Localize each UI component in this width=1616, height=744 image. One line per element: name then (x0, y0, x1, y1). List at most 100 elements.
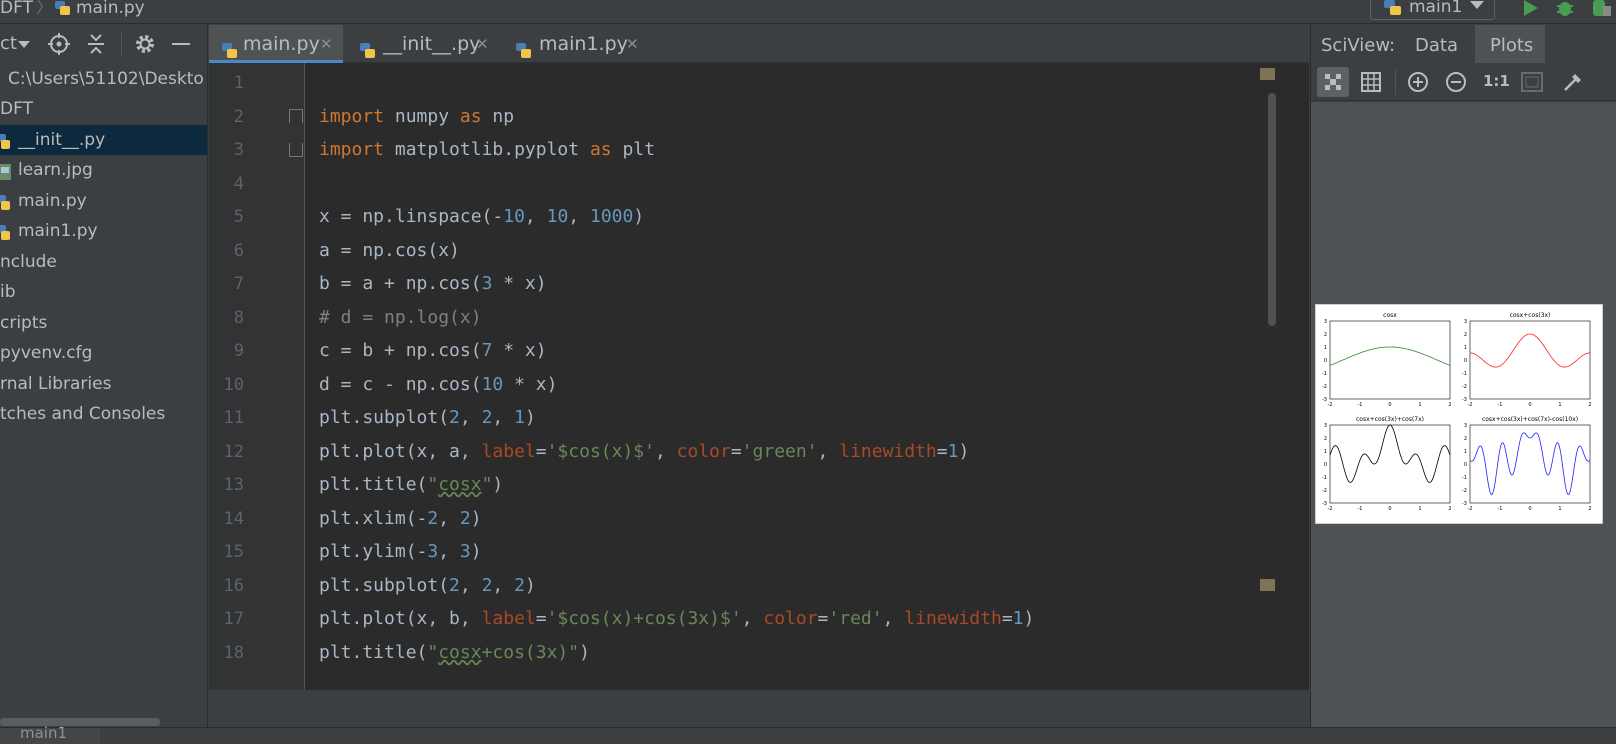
tab-main-py[interactable]: main.py ✕ (209, 25, 343, 63)
code-line: # d = np.log(x) (319, 307, 482, 328)
line-number: 9 (233, 341, 244, 361)
fold-icon[interactable] (289, 109, 303, 123)
subplot-title: cosx+cos(3x)+cos(7x)-cos(10x) (1482, 416, 1578, 423)
x-tick-label: 1 (1558, 506, 1561, 512)
subplot-frame (1329, 320, 1451, 400)
run-configuration-selector[interactable]: main1 (1370, 0, 1495, 20)
y-tick-label: -1 (1462, 371, 1467, 377)
tree-row-file[interactable]: __init__.py (0, 125, 207, 155)
code-line: b = a + np.cos(3 * x) (319, 273, 547, 294)
tab-data[interactable]: Data (1415, 35, 1458, 56)
fold-icon[interactable] (289, 143, 303, 157)
plot-thumbnail[interactable]: cosx -2 -1 0 1 2 3 2 1 0 -1 -2 -3 cosx+cos(3x) -2 -1 0 1 2… (1315, 304, 1603, 524)
series-line (1470, 333, 1590, 368)
subplot-title: cosx+cos(3x)+cos(7x) (1356, 416, 1424, 423)
subplot-frame (1469, 424, 1591, 504)
tree-row-file[interactable]: learn.jpg (0, 155, 207, 185)
y-tick-label: -3 (1462, 397, 1467, 403)
y-tick-label: -1 (1322, 475, 1327, 481)
tree-row-folder[interactable]: DFT (0, 94, 207, 124)
x-tick-label: -2 (1468, 506, 1473, 512)
minimize-icon[interactable] (172, 43, 190, 45)
y-tick-label: -2 (1462, 488, 1467, 494)
error-stripe-marker[interactable] (1260, 68, 1275, 80)
close-icon[interactable]: ✕ (320, 25, 333, 63)
y-tick-label: 3 (1324, 319, 1327, 325)
actual-size-button[interactable]: 1:1 (1483, 72, 1510, 90)
tree-row-external-libraries[interactable]: rnal Libraries (0, 369, 207, 399)
series-line (1329, 424, 1451, 483)
tree-row-path[interactable]: C:\Users\51102\Deskto (0, 64, 207, 94)
code-editor[interactable]: 1 2 3 4 5 6 7 8 9 10 11 12 13 14 15 16 1… (209, 63, 1309, 690)
x-tick-label: 0 (1528, 506, 1531, 512)
collapse-all-icon[interactable] (86, 33, 106, 59)
y-tick-label: 0 (1464, 358, 1467, 364)
tree-row-label: main1.py (18, 221, 98, 241)
thumbnails-icon[interactable] (1317, 67, 1349, 97)
x-tick-label: -1 (1358, 402, 1363, 408)
tab-init-py[interactable]: __init__.py ✕ (345, 25, 501, 63)
divider (1395, 69, 1396, 95)
subplot-frame (1469, 320, 1591, 400)
fit-icon[interactable] (1521, 72, 1543, 96)
tree-row-folder[interactable]: ib (0, 277, 207, 307)
close-icon[interactable]: ✕ (476, 25, 489, 63)
chevron-down-icon[interactable] (18, 41, 30, 48)
error-stripe-marker[interactable] (1260, 579, 1275, 591)
tab-plots[interactable]: Plots (1475, 25, 1545, 63)
color-picker-icon[interactable] (1561, 70, 1585, 98)
project-panel: ct C:\Users\51102\Deskto DFT __init__.py… (0, 25, 208, 727)
run-icon[interactable] (1522, 0, 1540, 22)
x-tick-label: 2 (1588, 402, 1591, 408)
subplot-title: cosx+cos(3x) (1510, 312, 1551, 319)
navigation-bar: DFT 〉 main.py main1 (0, 0, 1616, 24)
x-tick-label: 1 (1418, 402, 1421, 408)
y-tick-label: 0 (1324, 462, 1327, 468)
line-number: 13 (223, 475, 244, 495)
grid-view-icon[interactable] (1361, 72, 1381, 96)
line-number: 5 (233, 207, 244, 227)
zoom-in-icon[interactable] (1407, 71, 1429, 97)
x-tick-label: -2 (1328, 402, 1333, 408)
tree-row-folder[interactable]: nclude (0, 247, 207, 277)
y-tick-label: -2 (1462, 384, 1467, 390)
breadcrumb-file[interactable]: main.py (76, 0, 145, 24)
line-number: 12 (223, 442, 244, 462)
line-number: 18 (223, 643, 244, 663)
y-tick-label: 0 (1324, 358, 1327, 364)
code-line: plt.subplot(2, 2, 2) (319, 575, 536, 596)
tree-row-file[interactable]: main1.py (0, 216, 207, 246)
line-number: 8 (233, 308, 244, 328)
line-number: 15 (223, 542, 244, 562)
x-tick-label: 1 (1418, 506, 1421, 512)
editor-tabs: main.py ✕ __init__.py ✕ main1.py ✕ (209, 25, 1309, 63)
zoom-out-icon[interactable] (1445, 71, 1467, 97)
subplot-title: cosx (1383, 312, 1397, 319)
vertical-scrollbar[interactable] (1268, 93, 1276, 326)
y-tick-label: 3 (1464, 319, 1467, 325)
line-number: 3 (233, 140, 244, 160)
locate-icon[interactable] (48, 33, 70, 59)
y-tick-label: 0 (1464, 462, 1467, 468)
project-view-selector[interactable]: ct (0, 33, 17, 54)
tree-row-folder[interactable]: cripts (0, 308, 207, 338)
y-tick-label: -3 (1462, 501, 1467, 507)
breadcrumb-project[interactable]: DFT (0, 0, 33, 24)
tree-row-label: learn.jpg (18, 160, 93, 180)
code-line: d = c - np.cos(10 * x) (319, 374, 558, 395)
subplot-frame (1329, 424, 1451, 504)
python-icon (1383, 0, 1403, 20)
gear-icon[interactable] (134, 33, 156, 59)
close-icon[interactable]: ✕ (626, 25, 639, 63)
coverage-icon[interactable] (1590, 0, 1612, 22)
line-number: 6 (233, 241, 244, 261)
tree-row-file[interactable]: pyvenv.cfg (0, 338, 207, 368)
debug-icon[interactable] (1555, 0, 1575, 22)
sciview-header: SciView: Data Plots (1311, 25, 1616, 63)
tree-row-file[interactable]: main.py (0, 186, 207, 216)
run-tab-underline (0, 728, 100, 744)
tree-row-scratches[interactable]: tches and Consoles (0, 399, 207, 429)
code-line: plt.plot(x, b, label='$cos(x)+cos(3x)$',… (319, 608, 1035, 629)
y-tick-label: -1 (1322, 371, 1327, 377)
tab-main1-py[interactable]: main1.py ✕ (503, 25, 649, 63)
